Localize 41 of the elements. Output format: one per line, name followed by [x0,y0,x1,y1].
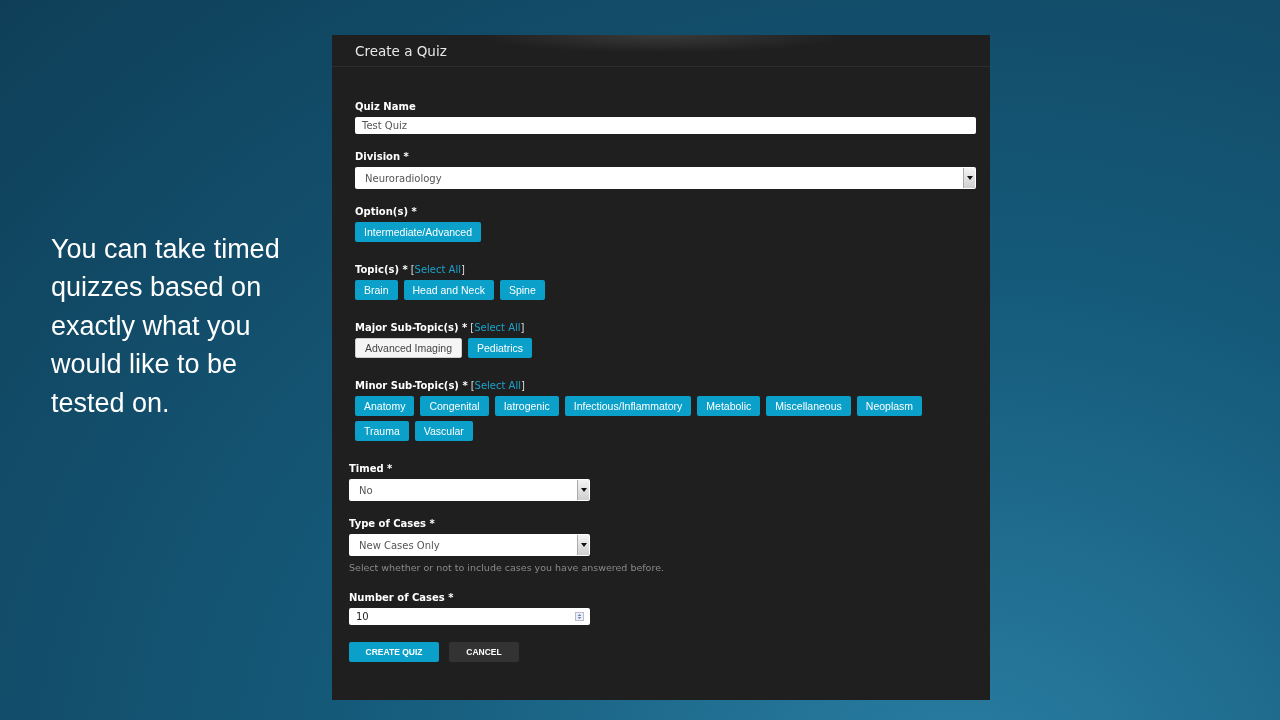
filter-chip[interactable]: Vascular [414,421,473,441]
filter-chip[interactable]: Neoplasm [856,396,923,416]
filter-chip[interactable]: Brain [355,280,398,300]
number-field[interactable]: 10 [349,608,590,625]
filter-chip[interactable]: Infectious/Inflammatory [564,396,692,416]
filter-chip[interactable]: Pediatrics [468,338,533,358]
dialog-title: Create a Quiz [355,42,447,59]
field-label: Type of Cases * [349,518,435,529]
text-field[interactable]: Test Quiz [355,117,976,134]
dropdown-field[interactable]: New Cases Only [349,534,590,556]
caret-icon [580,543,587,547]
field-label: Division * [355,151,409,162]
filter-chip[interactable]: Metabolic [697,396,761,416]
spinner-icon[interactable] [575,612,584,621]
filter-chip[interactable]: Anatomy [355,396,415,416]
help-text: Select whether or not to include cases you have answered before. [349,561,664,574]
filter-chip[interactable]: Advanced Imaging [355,338,462,358]
select-all-link[interactable]: [Select All] [470,322,525,333]
slide-text: You can take timed quizzes based on exactly what you would like to be tested on. [51,232,281,420]
field-label: Option(s) * [355,206,417,217]
filter-chip[interactable]: Intermediate/Advanced [355,222,481,242]
dropdown-field[interactable]: Neuroradiology [355,167,976,189]
filter-chip[interactable]: Head and Neck [403,280,494,300]
caret-icon [966,176,973,180]
caret-icon [580,488,587,492]
filter-chip[interactable]: Congenital [420,396,489,416]
field-label: Major Sub-Topic(s) * [355,322,468,333]
field-label: Quiz Name [355,101,416,112]
filter-chip[interactable]: Trauma [355,421,409,441]
filter-chip[interactable]: Spine [499,280,545,300]
filter-chip[interactable]: Iatrogenic [494,396,559,416]
field-label: Minor Sub-Topic(s) * [355,380,468,391]
filter-chip[interactable]: Miscellaneous [766,396,851,416]
field-label: Number of Cases * [349,592,454,603]
cancel-button[interactable]: CANCEL [449,642,519,662]
select-all-link[interactable]: [Select All] [410,264,465,275]
field-label: Timed * [349,463,393,474]
dropdown-field[interactable]: No [349,479,590,501]
select-all-link[interactable]: [Select All] [470,380,525,391]
create-button[interactable]: CREATE QUIZ [349,642,439,662]
field-label: Topic(s) * [355,264,408,275]
